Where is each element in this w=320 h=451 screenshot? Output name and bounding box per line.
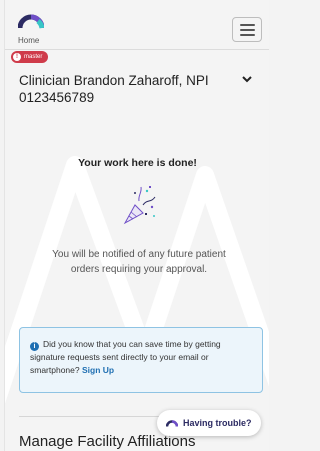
environment-badge-label: master — [24, 54, 43, 60]
menu-toggle-button[interactable] — [232, 17, 262, 42]
info-text: Did you know that you can save time by g… — [30, 339, 221, 375]
notify-line-2: orders requiring your approval. — [70, 264, 208, 275]
home-link[interactable]: Home — [18, 36, 39, 45]
hamburger-menu-icon — [240, 24, 255, 26]
environment-badge: ! master — [11, 51, 49, 63]
chevron-down-icon[interactable] — [241, 74, 253, 84]
app-frame: Home ! master Clinician Brandon Zaharoff… — [4, 0, 269, 451]
party-popper-icon — [123, 186, 156, 225]
having-trouble-button[interactable]: Having trouble? — [157, 410, 261, 436]
sign-up-link[interactable]: Sign Up — [82, 365, 114, 375]
clinician-title: Clinician Brandon Zaharoff, NPI 01234567… — [19, 73, 209, 105]
section-divider — [19, 416, 169, 417]
notification-message: You will be notified of any future patie… — [49, 247, 229, 277]
completion-heading: Your work here is done! — [78, 157, 197, 169]
brand-arc-logo-icon — [166, 420, 178, 427]
notify-line-1: You will be notified of any future patie… — [52, 249, 226, 260]
alert-circle-icon: ! — [13, 53, 21, 61]
info-alert: i Did you know that you can save time by … — [19, 327, 263, 393]
info-circle-icon: i — [30, 342, 39, 351]
brand-logo-icon[interactable] — [18, 13, 44, 29]
top-navbar: Home — [5, 0, 269, 50]
having-trouble-label: Having trouble? — [183, 418, 252, 428]
